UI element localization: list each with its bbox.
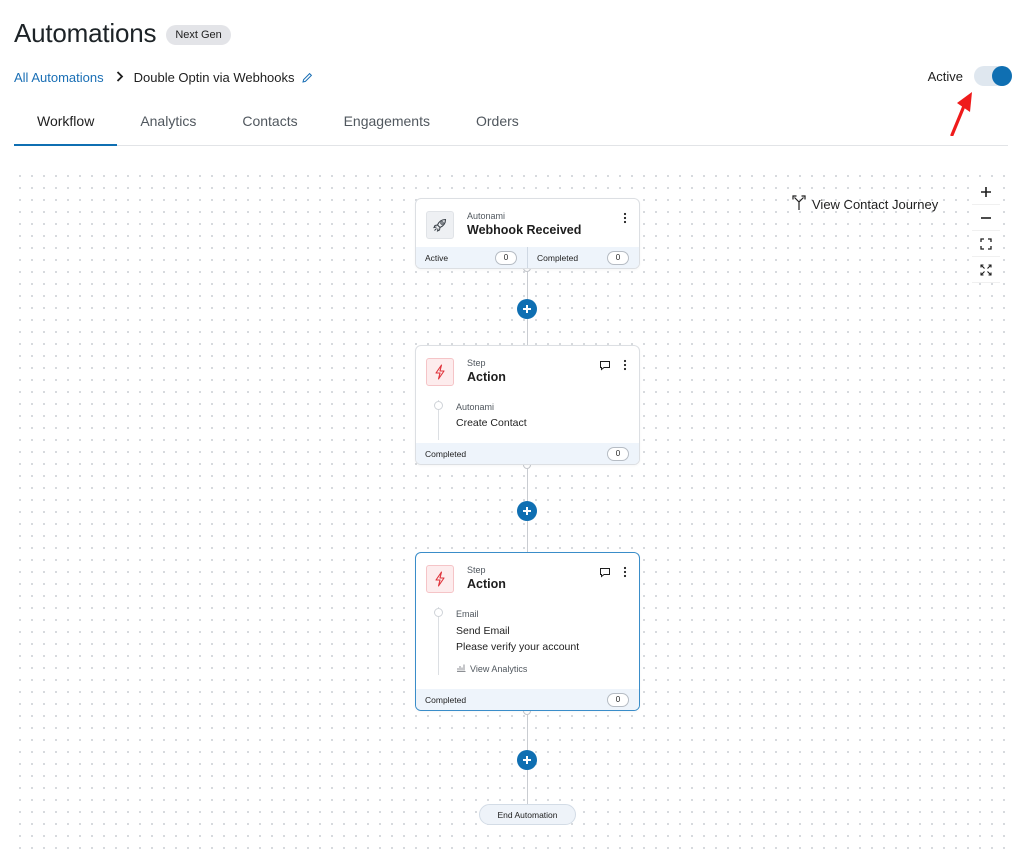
node-subtitle: Step bbox=[467, 358, 486, 368]
action-name: Create Contact bbox=[456, 417, 527, 429]
node-title: Action bbox=[467, 577, 506, 591]
active-toggle[interactable] bbox=[974, 66, 1012, 86]
node-footer: Active 0 Completed 0 bbox=[416, 247, 639, 268]
end-automation-badge: End Automation bbox=[479, 804, 576, 825]
tab-contacts[interactable]: Contacts bbox=[219, 100, 320, 146]
completed-label: Completed bbox=[537, 252, 579, 263]
action-source: Email bbox=[456, 609, 479, 619]
action-node-create-contact[interactable]: Step Action Autonami Create Contact Comp… bbox=[415, 345, 640, 465]
tab-orders[interactable]: Orders bbox=[453, 100, 542, 146]
fit-view-button[interactable] bbox=[972, 231, 1000, 257]
view-analytics-link[interactable]: View Analytics bbox=[456, 663, 527, 674]
rocket-icon bbox=[426, 211, 454, 239]
next-gen-badge: Next Gen bbox=[166, 24, 231, 45]
body-timeline-dot bbox=[434, 608, 443, 617]
completed-count[interactable]: 0 bbox=[607, 692, 629, 707]
bolt-icon bbox=[426, 358, 454, 386]
zoom-controls bbox=[972, 179, 1000, 283]
view-analytics-label: View Analytics bbox=[470, 663, 528, 674]
status-toggle-group: Active bbox=[928, 66, 1012, 86]
add-step-button[interactable] bbox=[517, 501, 537, 521]
node-title: Action bbox=[467, 370, 506, 384]
fullscreen-button[interactable] bbox=[972, 257, 1000, 283]
completed-count[interactable]: 0 bbox=[607, 250, 629, 265]
branch-icon bbox=[792, 195, 806, 214]
plus-icon bbox=[523, 756, 531, 764]
email-subject: Please verify your account bbox=[456, 641, 580, 653]
body-timeline-dot bbox=[434, 401, 443, 410]
body-timeline bbox=[438, 607, 439, 675]
analytics-icon bbox=[456, 663, 466, 674]
comment-icon[interactable] bbox=[599, 358, 611, 376]
fit-icon bbox=[980, 237, 992, 250]
add-step-button[interactable] bbox=[517, 299, 537, 319]
completed-stat: Completed 0 bbox=[528, 247, 639, 268]
more-vertical-icon[interactable] bbox=[623, 211, 627, 229]
node-body: Email Send Email Please verify your acco… bbox=[416, 601, 639, 691]
node-header: Step Action bbox=[416, 553, 639, 601]
more-vertical-icon[interactable] bbox=[623, 565, 627, 583]
completed-stat: Completed 0 bbox=[416, 689, 639, 710]
zoom-in-button[interactable] bbox=[972, 179, 1000, 205]
breadcrumb-all-automations-link[interactable]: All Automations bbox=[14, 70, 104, 85]
completed-count[interactable]: 0 bbox=[607, 446, 629, 461]
bolt-icon bbox=[426, 565, 454, 593]
view-contact-journey-button[interactable]: View Contact Journey bbox=[792, 195, 938, 214]
expand-icon bbox=[980, 263, 992, 276]
completed-stat: Completed 0 bbox=[416, 443, 639, 464]
tab-analytics[interactable]: Analytics bbox=[117, 100, 219, 146]
chevron-right-icon bbox=[116, 70, 124, 85]
completed-label: Completed bbox=[425, 448, 467, 459]
action-name: Send Email bbox=[456, 625, 510, 637]
zoom-out-button[interactable] bbox=[972, 205, 1000, 231]
tab-engagements[interactable]: Engagements bbox=[321, 100, 453, 146]
plus-icon bbox=[981, 186, 991, 197]
node-title: Webhook Received bbox=[467, 223, 582, 237]
page-title: Automations bbox=[14, 18, 157, 48]
workflow-canvas[interactable] bbox=[14, 170, 1008, 851]
toggle-knob bbox=[992, 66, 1012, 86]
breadcrumb: All Automations Double Optin via Webhook… bbox=[14, 70, 313, 85]
node-subtitle: Autonami bbox=[467, 211, 506, 221]
plus-icon bbox=[523, 305, 531, 313]
node-footer: Completed 0 bbox=[416, 443, 639, 464]
comment-icon[interactable] bbox=[599, 565, 611, 583]
node-menu bbox=[599, 565, 627, 583]
minus-icon bbox=[981, 216, 991, 219]
view-contact-journey-label: View Contact Journey bbox=[812, 197, 939, 212]
node-menu bbox=[599, 358, 627, 376]
action-source: Autonami bbox=[456, 402, 495, 412]
active-stat: Active 0 bbox=[416, 247, 527, 268]
pencil-icon[interactable] bbox=[301, 72, 313, 84]
tab-workflow[interactable]: Workflow bbox=[14, 100, 118, 146]
title-row: Automations Next Gen bbox=[14, 18, 231, 49]
node-footer: Completed 0 bbox=[416, 689, 639, 710]
add-step-button[interactable] bbox=[517, 750, 537, 770]
breadcrumb-current: Double Optin via Webhooks bbox=[133, 70, 295, 85]
node-menu bbox=[623, 211, 627, 229]
active-label: Active bbox=[425, 252, 449, 263]
completed-label: Completed bbox=[425, 694, 467, 705]
node-header: Step Action bbox=[416, 346, 639, 394]
node-body: Autonami Create Contact bbox=[416, 394, 639, 444]
status-label: Active bbox=[927, 68, 963, 84]
plus-icon bbox=[523, 507, 531, 515]
node-header: Autonami Webhook Received bbox=[416, 199, 639, 247]
trigger-node-webhook[interactable]: Autonami Webhook Received Active 0 Compl… bbox=[415, 198, 640, 269]
more-vertical-icon[interactable] bbox=[623, 358, 627, 376]
action-node-send-email[interactable]: Step Action Email Send Email Please veri… bbox=[415, 552, 640, 711]
active-count[interactable]: 0 bbox=[495, 250, 517, 265]
node-subtitle: Step bbox=[467, 565, 486, 575]
tab-bar: Workflow Analytics Contacts Engagements … bbox=[14, 100, 1008, 146]
